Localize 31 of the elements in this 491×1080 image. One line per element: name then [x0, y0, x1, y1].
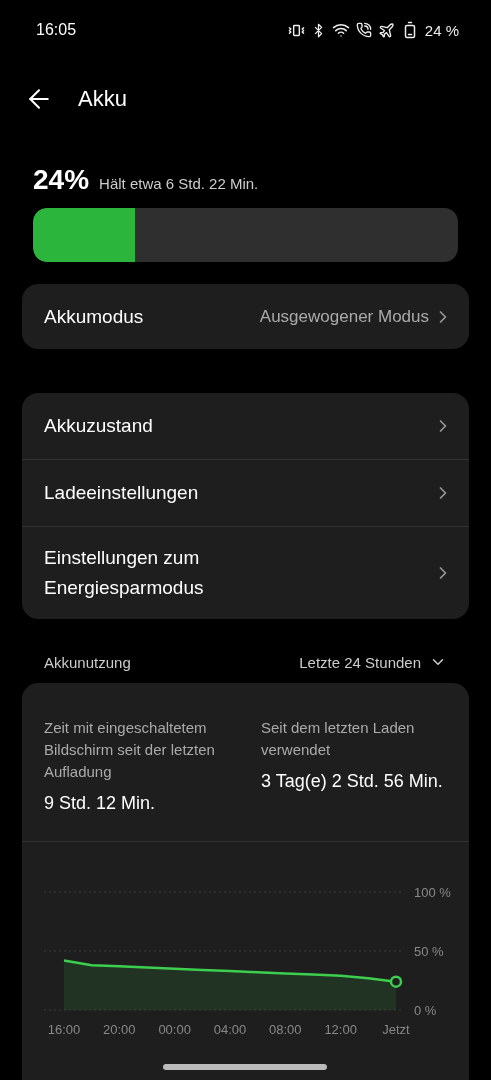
axis-label: 12:00: [324, 1022, 357, 1037]
settings-item[interactable]: Einstellungen zum Energiesparmodus: [44, 543, 304, 603]
current-marker: [389, 975, 403, 988]
page-title: Akku: [78, 86, 127, 112]
section-title: Akkunutzung: [44, 653, 131, 671]
settings-item[interactable]: Akkuzustand: [44, 411, 153, 441]
axis-label: 20:00: [103, 1022, 136, 1037]
axis-label: 0 %: [414, 1003, 437, 1018]
axis-label: 100 %: [414, 885, 451, 900]
remaining-time: Hält etwa 6 Std. 22 Min.: [99, 175, 259, 192]
row-label: Akkumodus: [44, 304, 144, 329]
stat-value: 3 Tag(e) 2 Std. 56 Min.: [261, 770, 444, 793]
axis-label: 50 %: [414, 944, 444, 959]
battery-percentage: 24%: [33, 164, 90, 196]
axis-label: 08:00: [269, 1022, 302, 1037]
axis-label: 00:00: [158, 1022, 191, 1037]
settings-item[interactable]: Ladeeinstellungen: [44, 478, 199, 508]
mode-row[interactable]: Akkumodus Ausgewogener Modus: [22, 284, 469, 349]
phone-icon: [355, 22, 372, 38]
axis-label: 04:00: [213, 1022, 247, 1037]
range-dropdown[interactable]: Letzte 24 Stunden: [299, 653, 447, 671]
axis-label: Jetzt: [382, 1022, 410, 1037]
wifi-icon: [331, 21, 350, 39]
airplane-icon: [377, 21, 395, 39]
row-value: Ausgewogener Modus: [259, 306, 429, 327]
stat-label: Seit dem letzten Laden verwendet: [261, 718, 416, 760]
status-time: 16:05: [36, 21, 77, 39]
axis-label: 16:00: [47, 1022, 81, 1037]
stat-value: 9 Std. 12 Min.: [44, 792, 157, 815]
stat-label: Zeit mit eingeschaltetem Bildschirm seit der letzten Aufladung: [44, 718, 216, 782]
battery-percent: 24 %: [424, 21, 459, 39]
